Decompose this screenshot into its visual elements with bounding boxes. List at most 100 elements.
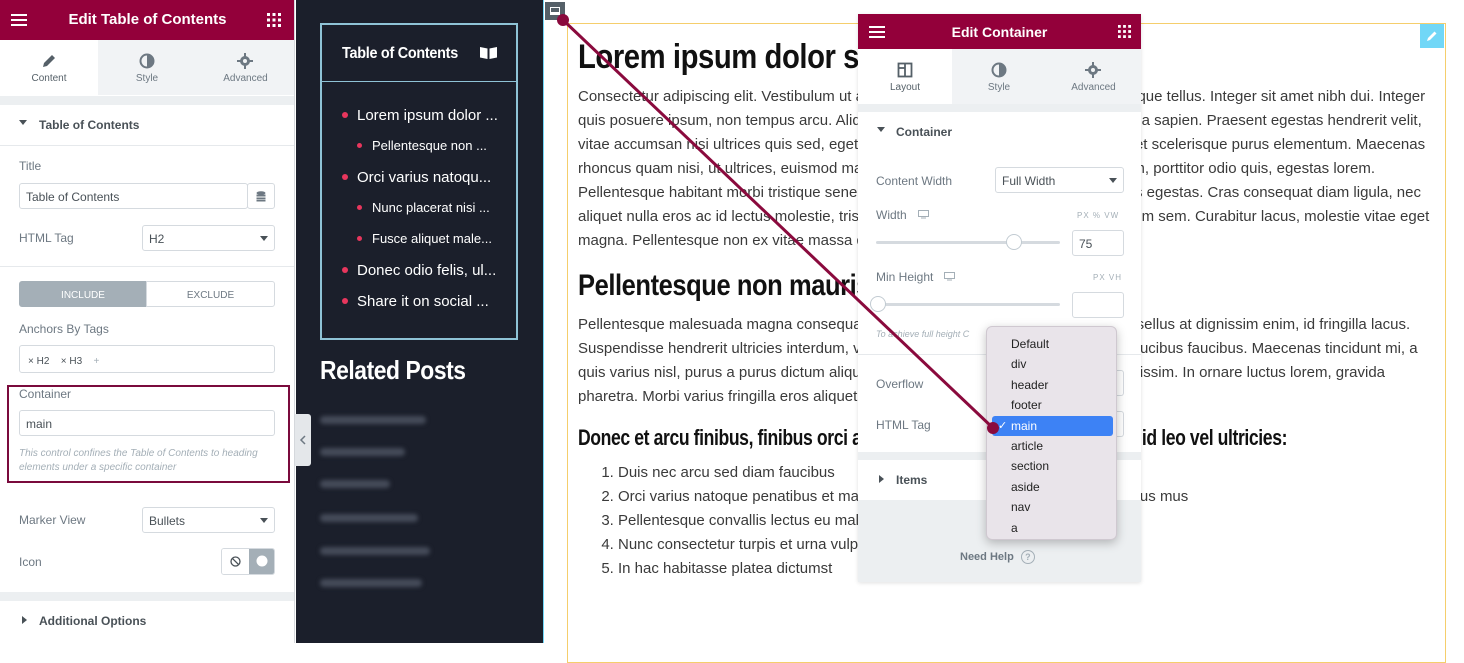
blurred-post-link[interactable] (320, 480, 390, 488)
caret-right-icon (22, 616, 27, 624)
dropdown-option-label: aside (1011, 479, 1040, 494)
dropdown-option[interactable]: aside (992, 477, 1113, 497)
blurred-post-link[interactable] (320, 547, 430, 555)
dropdown-option[interactable]: a (992, 518, 1113, 538)
add-tag-icon[interactable]: + (94, 356, 100, 367)
min-height-units[interactable]: PX VH (1093, 273, 1122, 282)
dropdown-option-label: main (1011, 418, 1038, 433)
include-tab[interactable]: INCLUDE (19, 281, 147, 307)
blurred-post-link[interactable] (320, 416, 426, 424)
toc-item[interactable]: Share it on social ... (342, 293, 512, 311)
toc-item-label: Pellentesque non ... (372, 138, 487, 153)
blurred-post-link[interactable] (320, 579, 422, 587)
toc-item[interactable]: Pellentesque non ... (357, 138, 507, 156)
title-label: Title (19, 159, 42, 173)
table-of-contents-widget[interactable]: Table of Contents Lorem ipsum dolor ... P… (320, 23, 518, 340)
tab-advanced[interactable]: Advanced (196, 40, 294, 95)
dropdown-option-label: article (1011, 439, 1044, 453)
blurred-post-link[interactable] (320, 448, 405, 456)
desktop-icon[interactable] (918, 210, 929, 219)
html-tag-select[interactable]: H2 (142, 225, 275, 251)
dropdown-option-label: Default (1011, 337, 1050, 351)
section-container-header[interactable]: Container (858, 112, 1141, 152)
anchors-label: Anchors By Tags (19, 322, 109, 336)
need-help-link[interactable]: Need Help ? (960, 550, 1035, 564)
chevron-left-icon (299, 435, 306, 445)
toc-item-label: Donec odio felis, ul... (357, 262, 497, 279)
grid-apps-icon[interactable] (1118, 25, 1131, 38)
bullet-icon (342, 267, 348, 273)
width-input[interactable]: 75 (1072, 230, 1124, 256)
edit-widget-handle[interactable] (1420, 24, 1444, 48)
panel-header: Edit Table of Contents (0, 0, 294, 40)
section-title: Container (896, 125, 953, 139)
circle-icon-button[interactable] (249, 549, 274, 574)
toc-item[interactable]: Nunc placerat nisi ... (357, 200, 507, 218)
collapse-panel-button[interactable] (295, 414, 311, 466)
panel-tabs: Content Style Advanced (0, 40, 294, 95)
html-tag-label: HTML Tag (876, 418, 931, 432)
width-units[interactable]: PX % VW (1077, 211, 1119, 220)
min-height-input[interactable] (1072, 292, 1124, 318)
dropdown-option[interactable]: div (992, 354, 1113, 374)
blurred-post-link[interactable] (320, 514, 418, 522)
caret-right-icon (879, 475, 884, 483)
container-input[interactable]: main (19, 410, 275, 436)
dropdown-option[interactable]: article (992, 436, 1113, 456)
chevron-down-icon (260, 236, 268, 241)
section-title: Additional Options (39, 614, 147, 628)
min-height-slider-track[interactable] (876, 303, 1060, 306)
layout-icon (897, 62, 913, 78)
toc-item-label: Fusce aliquet male... (372, 231, 492, 246)
container-label: Container (19, 387, 72, 401)
anchors-tags-input[interactable]: × H2 × H3 + (19, 345, 275, 373)
toc-item-label: Nunc placerat nisi ... (372, 200, 490, 215)
section-title: Items (896, 473, 928, 487)
dropdown-option[interactable]: Default (992, 334, 1113, 354)
column-handle[interactable] (545, 2, 565, 20)
min-height-label: Min Height (876, 270, 934, 284)
width-slider-knob[interactable] (1006, 234, 1022, 250)
html-tag-value: H2 (149, 232, 165, 246)
grid-apps-icon[interactable] (267, 13, 281, 27)
tag-chip[interactable]: × H2 (28, 356, 49, 367)
title-input[interactable]: Table of Contents (19, 183, 248, 209)
tab-label: Style (135, 73, 159, 84)
section-toc-header[interactable]: Table of Contents (0, 105, 294, 145)
tab-advanced[interactable]: Advanced (1046, 49, 1141, 104)
bullet-icon (357, 143, 362, 148)
tab-style[interactable]: Style (98, 40, 196, 95)
dropdown-option[interactable]: header (992, 375, 1113, 395)
question-circle-icon: ? (1020, 550, 1035, 564)
desktop-icon[interactable] (944, 272, 955, 281)
pencil-icon (1427, 31, 1437, 41)
no-icon-button[interactable] (222, 549, 249, 574)
icon-label: Icon (19, 555, 42, 569)
toc-item[interactable]: Orci varius natoqu... (342, 169, 512, 187)
marker-view-select[interactable]: Bullets (142, 507, 275, 533)
tab-style[interactable]: Style (952, 49, 1046, 104)
tab-layout[interactable]: Layout (858, 49, 952, 104)
dropdown-option[interactable]: footer (992, 395, 1113, 415)
dynamic-tags-button[interactable] (247, 183, 275, 209)
ban-icon (230, 556, 241, 567)
tag-chip[interactable]: × H3 (61, 356, 82, 367)
marker-view-value: Bullets (149, 514, 186, 528)
content-width-select[interactable]: Full Width (995, 167, 1124, 193)
section-additional-options-header[interactable]: Additional Options (0, 601, 294, 641)
dropdown-option[interactable]: ✓ main (992, 415, 1113, 436)
exclude-tab[interactable]: EXCLUDE (146, 281, 275, 307)
width-slider-track[interactable] (876, 241, 1060, 244)
toc-item[interactable]: Lorem ipsum dolor ... (342, 107, 512, 125)
tab-content[interactable]: Content (0, 40, 98, 95)
half-circle-icon (139, 53, 155, 69)
toc-item[interactable]: Donec odio felis, ul... (342, 262, 512, 280)
dropdown-option[interactable]: section (992, 456, 1113, 476)
content-width-label: Content Width (876, 174, 953, 188)
circle-icon (256, 555, 268, 567)
dropdown-option[interactable]: nav (992, 497, 1113, 517)
min-height-slider-knob[interactable] (870, 296, 886, 312)
toc-item[interactable]: Fusce aliquet male... (357, 231, 507, 249)
marker-view-label: Marker View (19, 513, 86, 527)
book-open-icon[interactable] (479, 46, 498, 60)
